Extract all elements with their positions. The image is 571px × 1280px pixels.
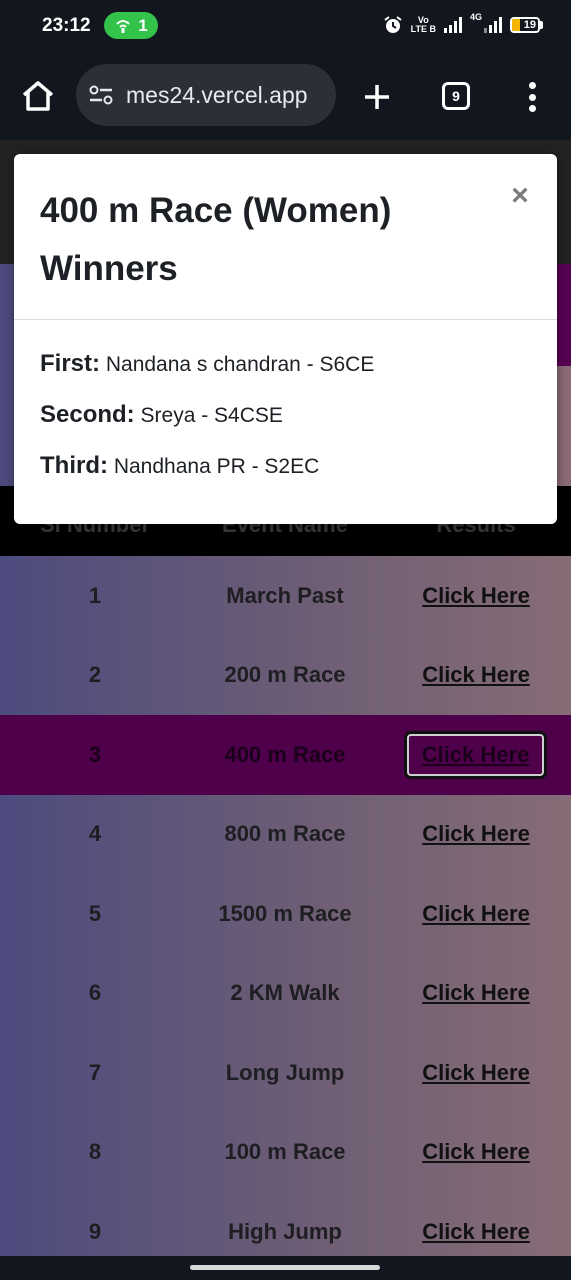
- winners-modal: 400 m Race (Women) Winners × First: Nand…: [14, 154, 557, 524]
- row-event-name: 100 m Race: [224, 1139, 346, 1165]
- url-text: mes24.vercel.app: [126, 81, 308, 108]
- network-type: 4G: [469, 12, 482, 22]
- system-nav-bar: [0, 1256, 571, 1280]
- new-tab-icon[interactable]: [362, 82, 392, 112]
- alarm-icon: [384, 16, 402, 33]
- row-number: 6: [88, 980, 102, 1006]
- winner-third: Third: Nandhana PR - S2EC: [40, 452, 540, 503]
- row-number: 9: [88, 1218, 102, 1244]
- table-row: 6 2 KM Walk Click Here: [0, 954, 571, 1034]
- winner-first: First: Nandana s chandran - S6CE: [40, 350, 540, 401]
- events-table-body: 1 March Past Click Here 2 200 m Race Cli…: [0, 556, 571, 1256]
- table-row: 4 800 m Race Click Here: [0, 795, 571, 875]
- winner-label: Third:: [40, 452, 108, 479]
- hotspot-icon: [116, 19, 130, 33]
- results-link[interactable]: Click Here: [410, 1060, 542, 1086]
- address-bar[interactable]: mes24.vercel.app: [76, 64, 336, 126]
- winner-name: Sreya - S4CSE: [140, 404, 283, 427]
- tab-count: 9: [452, 88, 460, 104]
- table-row: 8 100 m Race Click Here: [0, 1113, 571, 1193]
- results-link[interactable]: Click Here: [410, 821, 542, 847]
- results-link[interactable]: Click Here: [410, 583, 542, 609]
- winner-second: Second: Sreya - S4CSE: [40, 401, 540, 452]
- status-time: 23:12: [42, 15, 91, 36]
- table-row: 9 High Jump Click Here: [0, 1192, 571, 1256]
- winner-name: Nandhana PR - S2EC: [113, 455, 320, 478]
- modal-divider: [14, 319, 557, 320]
- row-number: 8: [88, 1139, 102, 1165]
- row-number: 3: [88, 741, 102, 767]
- results-link-focused[interactable]: Click Here: [404, 730, 547, 779]
- browser-toolbar: mes24.vercel.app 9: [0, 52, 571, 140]
- close-button[interactable]: ×: [508, 181, 532, 211]
- winner-name: Nandana s chandran - S6CE: [105, 353, 375, 376]
- winner-label: Second:: [40, 401, 135, 428]
- row-number: 1: [88, 582, 102, 608]
- row-number: 2: [88, 662, 102, 688]
- row-number: 5: [88, 900, 102, 926]
- hotspot-count: 1: [138, 15, 148, 35]
- table-row: 1 March Past Click Here: [0, 556, 571, 636]
- row-event-name: 800 m Race: [224, 821, 346, 847]
- volte-indicator: Vo LTE B: [410, 15, 436, 34]
- modal-title: 400 m Race (Women) Winners: [40, 191, 392, 288]
- signal-icon: [443, 17, 462, 33]
- hotspot-indicator: 1: [104, 12, 158, 39]
- table-row-selected: 3 400 m Race Click Here: [0, 715, 571, 795]
- modal-body: First: Nandana s chandran - S6CE Second:…: [40, 350, 540, 503]
- row-event-name: High Jump: [228, 1218, 342, 1244]
- battery-icon: 19: [510, 17, 540, 33]
- row-event-name: 400 m Race: [224, 741, 346, 767]
- home-icon[interactable]: [20, 78, 56, 114]
- gesture-handle[interactable]: [190, 1265, 380, 1270]
- row-event-name: 2 KM Walk: [230, 980, 340, 1006]
- winner-label: First:: [40, 350, 100, 377]
- row-number: 7: [88, 1059, 102, 1085]
- signal-icon-2: [484, 17, 502, 33]
- results-link[interactable]: Click Here: [410, 901, 542, 927]
- tab-switcher-button[interactable]: 9: [442, 82, 470, 110]
- row-event-name: March Past: [226, 582, 344, 608]
- row-event-name: Long Jump: [225, 1059, 345, 1085]
- table-row: 2 200 m Race Click Here: [0, 636, 571, 716]
- table-row: 7 Long Jump Click Here: [0, 1033, 571, 1113]
- results-link[interactable]: Click Here: [410, 662, 542, 688]
- status-bar: 23:12 1 Vo LTE B 4G 19: [0, 0, 571, 52]
- results-link[interactable]: Click Here: [410, 980, 542, 1006]
- table-row: 5 1500 m Race Click Here: [0, 874, 571, 954]
- row-number: 4: [88, 821, 102, 847]
- row-event-name: 1500 m Race: [218, 900, 352, 926]
- row-event-name: 200 m Race: [224, 662, 346, 688]
- results-link[interactable]: Click Here: [410, 1219, 542, 1245]
- more-menu-icon[interactable]: [526, 82, 538, 112]
- site-settings-icon[interactable]: [88, 84, 114, 106]
- results-link[interactable]: Click Here: [410, 1139, 542, 1165]
